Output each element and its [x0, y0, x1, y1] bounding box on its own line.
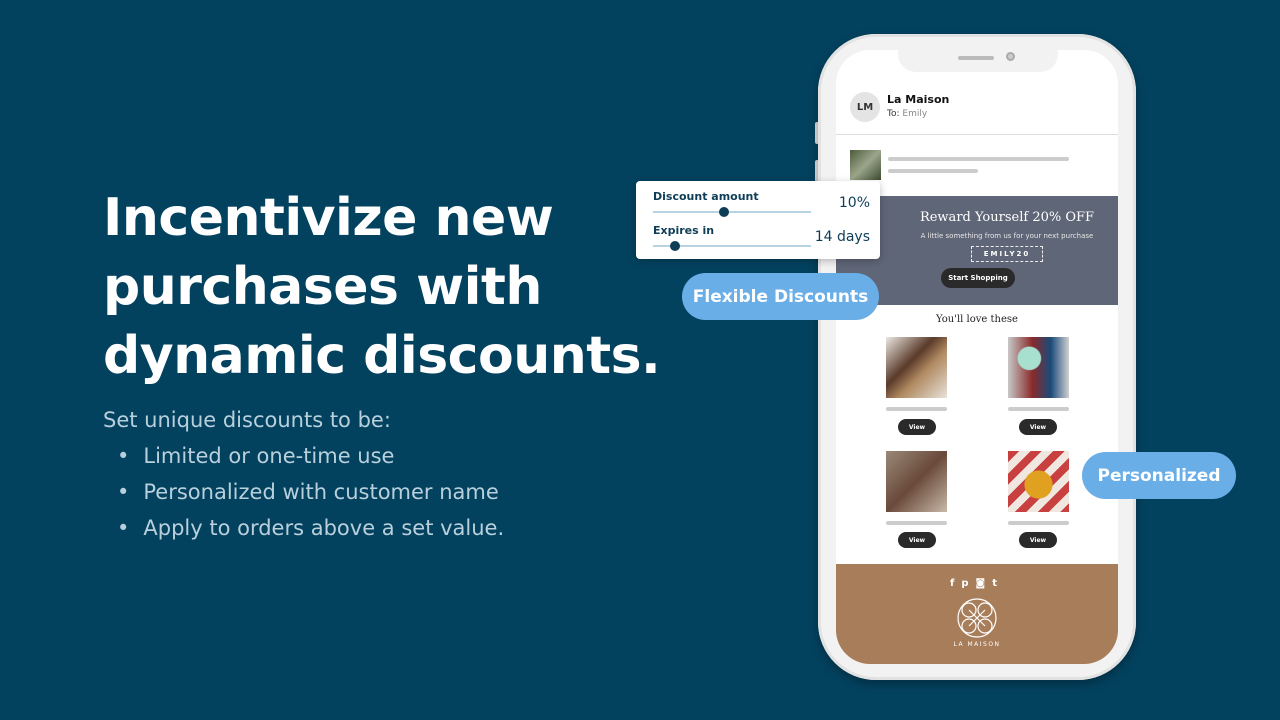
facebook-icon[interactable]: f	[950, 578, 961, 589]
avatar: LM	[850, 92, 880, 122]
placeholder-line	[888, 169, 978, 173]
pinterest-icon[interactable]: p	[961, 578, 975, 589]
view-button[interactable]: View	[898, 532, 936, 548]
view-button[interactable]: View	[1019, 419, 1057, 435]
phone-mockup: LM La Maison To: Emily Reward Yourself 2…	[818, 34, 1136, 680]
product-image[interactable]	[886, 451, 947, 512]
slider-handle[interactable]	[670, 241, 681, 251]
feature-list: Set unique discounts to be: Limited or o…	[103, 402, 504, 546]
instagram-icon[interactable]: ◙	[976, 578, 993, 589]
bullet: Apply to orders above a set value.	[117, 510, 504, 546]
email-header: LM La Maison To: Emily	[836, 85, 1118, 135]
view-button[interactable]: View	[898, 419, 936, 435]
slider-handle[interactable]	[719, 207, 730, 217]
email-footer: fp◙t LA MAISON	[836, 564, 1118, 664]
products-heading: You'll love these	[936, 314, 1018, 325]
bullet: Personalized with customer name	[117, 474, 504, 510]
flexible-discounts-pill: Flexible Discounts	[682, 273, 879, 320]
discount-amount-slider[interactable]	[653, 207, 811, 217]
product-image[interactable]	[886, 337, 947, 398]
discount-amount-value: 10%	[838, 195, 870, 211]
headline: Incentivize new purchases with dynamic d…	[103, 188, 661, 386]
sender-name: La Maison	[887, 93, 950, 106]
placeholder-line	[888, 157, 1069, 161]
twitter-icon[interactable]: t	[992, 578, 1004, 589]
product-image[interactable]	[1008, 337, 1069, 398]
discount-settings-card: Discount amount 10% Expires in 14 days	[636, 181, 880, 259]
la-maison-logo	[957, 598, 997, 638]
preview-thumbnail	[850, 150, 881, 180]
start-shopping-button[interactable]: Start Shopping	[941, 268, 1015, 288]
email-screen: LM La Maison To: Emily Reward Yourself 2…	[836, 50, 1118, 664]
notch	[898, 50, 1058, 72]
personalized-pill: Personalized	[1082, 452, 1236, 499]
bullet: Limited or one-time use	[117, 438, 504, 474]
expires-value: 14 days	[814, 229, 870, 245]
camera-icon	[1006, 52, 1015, 61]
view-button[interactable]: View	[1019, 532, 1057, 548]
discount-code: EMILY20	[970, 246, 1044, 262]
recipient: To: Emily	[887, 109, 928, 119]
expires-slider[interactable]	[653, 241, 811, 251]
product-image[interactable]	[1008, 451, 1069, 512]
